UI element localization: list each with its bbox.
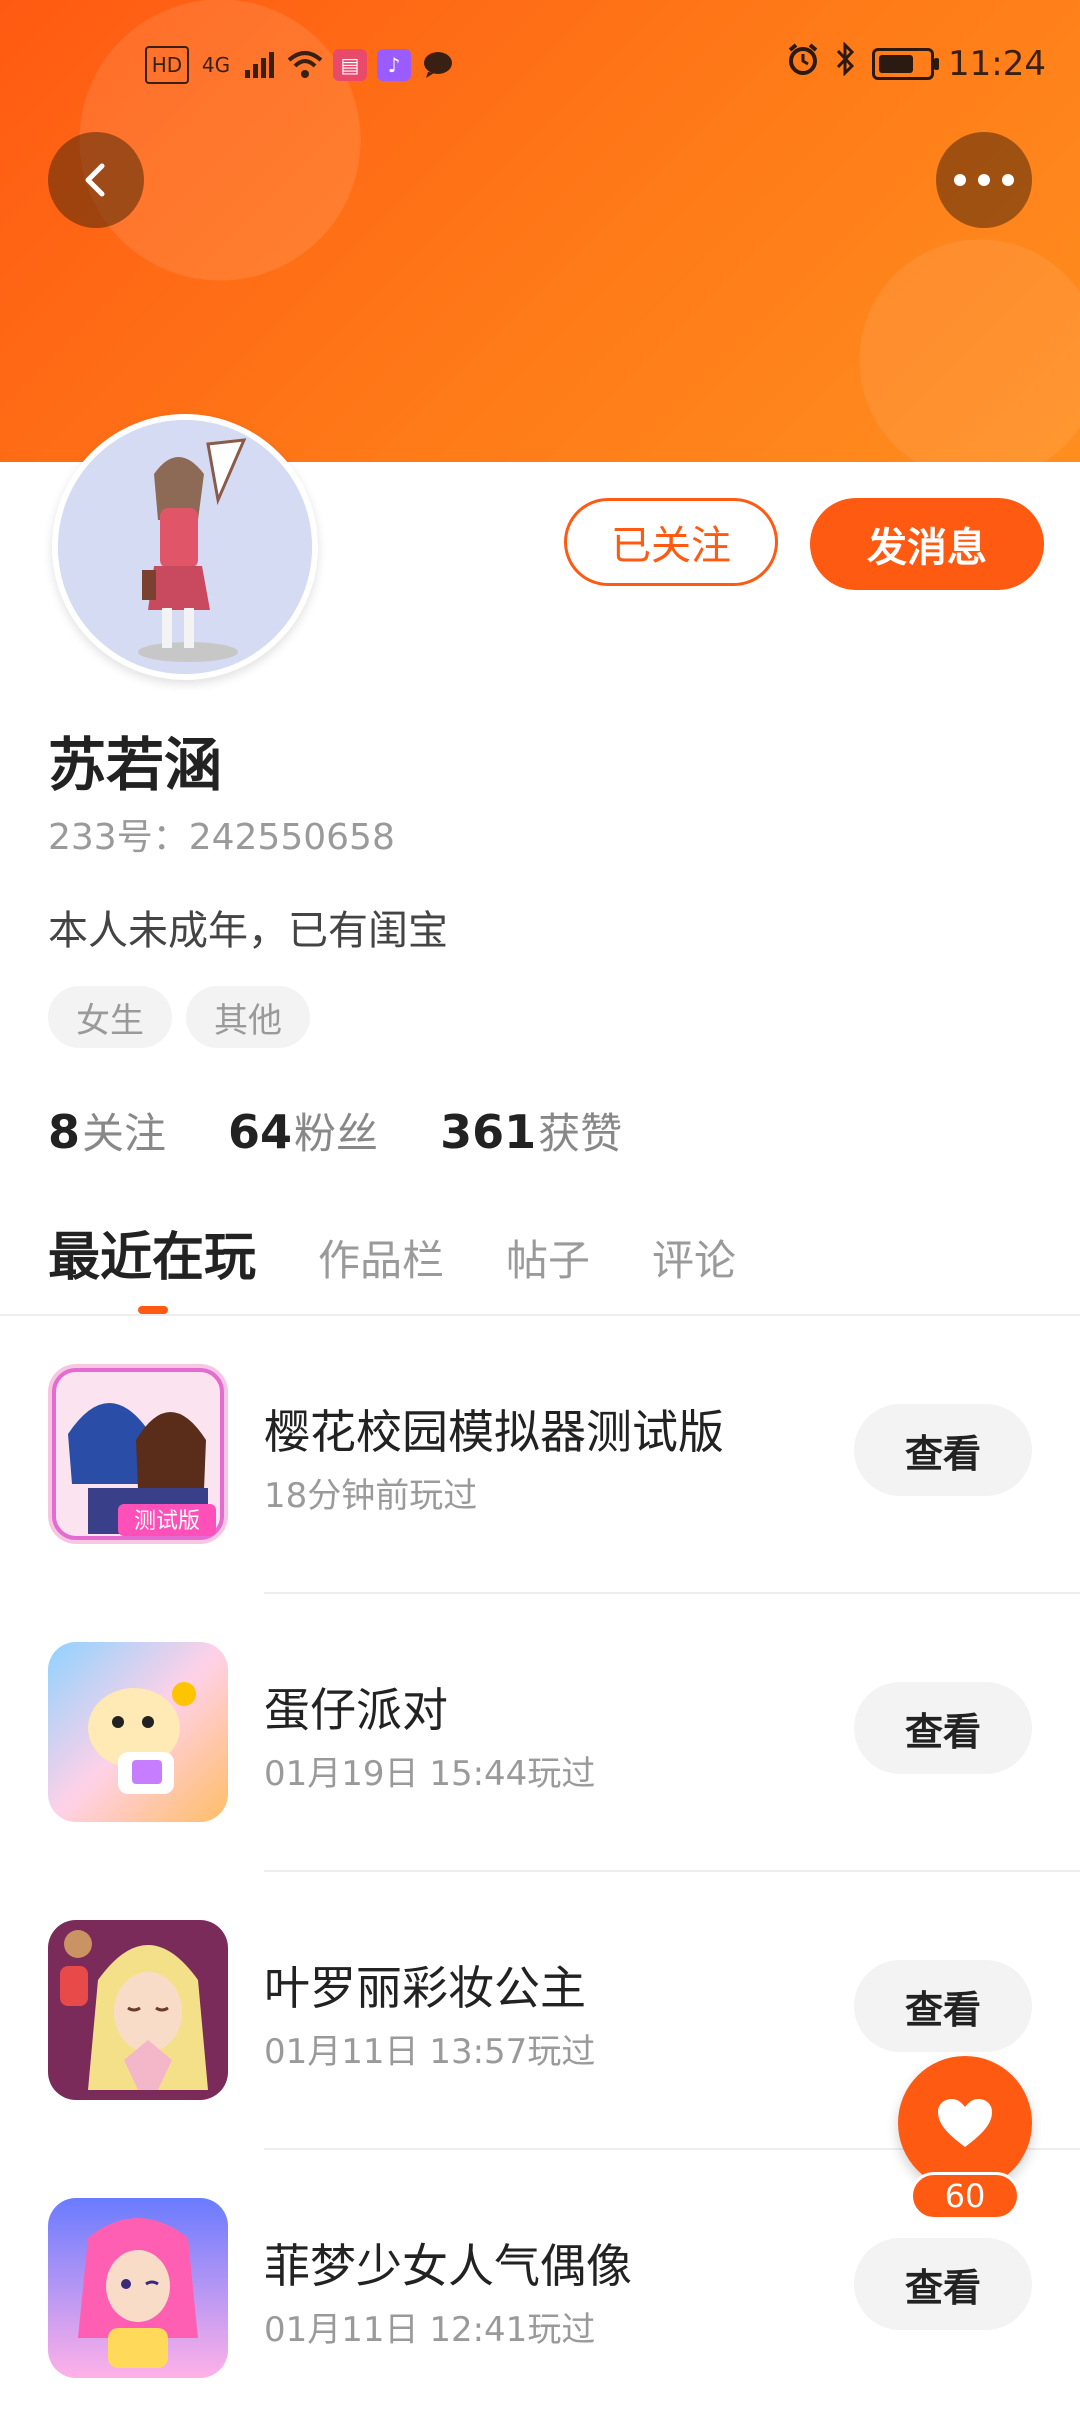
more-options-button[interactable] [936,132,1032,228]
stat-likes[interactable]: 361获赞 [440,1100,622,1161]
profile-tabs: 最近在玩 作品栏 帖子 评论 [48,1215,736,1290]
send-message-button[interactable]: 发消息 [810,498,1044,590]
profile-uid: 233号：242550658 [48,817,395,858]
game-title: 叶罗丽彩妆公主 [264,1961,586,2015]
stat-likes-value: 361 [440,1105,537,1159]
recent-games-list: 测试版 樱花校园模拟器测试版 18分钟前玩过 查看 蛋仔派对 01月19日 15… [0,1316,1080,2428]
sakura-school-icon: 测试版 [48,1364,228,1544]
stat-following[interactable]: 8关注 [48,1100,166,1161]
feimeng-idol-icon [48,2198,228,2378]
like-count-badge: 60 [910,2172,1020,2220]
profile-tags: 女生 其他 [48,986,310,1048]
bluetooth-icon [834,41,858,85]
yeloli-makeup-icon [48,1920,228,2100]
more-dots-icon [948,171,1020,190]
active-tab-indicator [138,1306,168,1314]
tag-gender: 女生 [48,986,172,1048]
svg-text:测试版: 测试版 [134,1509,200,1534]
status-right-icons: 11:24 [786,41,1046,85]
list-item[interactable]: 测试版 樱花校园模拟器测试版 18分钟前玩过 查看 [0,1316,1080,1594]
view-button[interactable]: 查看 [854,2238,1032,2330]
list-item[interactable]: 蛋仔派对 01月19日 15:44玩过 查看 [0,1594,1080,1872]
stat-following-value: 8 [48,1105,81,1159]
chevron-left-icon [85,163,105,197]
stat-followers-value: 64 [228,1105,293,1159]
back-button[interactable] [48,132,144,228]
stat-followers[interactable]: 64粉丝 [228,1100,378,1161]
signal-icon [243,48,277,82]
eggy-party-icon [48,1642,228,1822]
stat-following-label: 关注 [82,1109,167,1158]
status-left-icons: HD 4G ▤ ♪ [145,46,455,84]
tab-comments[interactable]: 评论 [652,1227,736,1288]
avatar[interactable] [52,414,318,680]
profile-stats: 8关注 64粉丝 361获赞 [48,1100,622,1161]
view-button[interactable]: 查看 [854,1682,1032,1774]
profile-name: 苏若涵 [48,731,223,799]
tag-other: 其他 [186,986,310,1048]
hd-badge: HD [145,46,189,84]
view-button[interactable]: 查看 [854,1404,1032,1496]
like-fab-button[interactable] [898,2056,1032,2190]
game-played-time: 18分钟前玩过 [264,1476,478,1516]
tab-recently-played[interactable]: 最近在玩 [48,1215,256,1290]
status-bar: HD 4G ▤ ♪ 11:24 [0,0,1080,120]
game-title: 蛋仔派对 [264,1683,448,1737]
chat-bubble-icon [421,48,455,82]
heart-icon [938,2099,992,2147]
view-button[interactable]: 查看 [854,1960,1032,2052]
game-title: 菲梦少女人气偶像 [264,2239,632,2293]
game-title: 樱花校园模拟器测试版 [264,1405,724,1459]
music-app-icon: ♪ [377,49,411,81]
tab-posts[interactable]: 帖子 [506,1227,590,1288]
game-played-time: 01月19日 15:44玩过 [264,1754,596,1794]
profile-bio: 本人未成年，已有闺宝 [48,908,448,954]
avatar-character-icon [58,420,312,674]
book-app-icon: ▤ [333,49,367,81]
stat-followers-label: 粉丝 [294,1109,379,1158]
followed-button[interactable]: 已关注 [564,498,778,586]
alarm-icon [786,42,820,85]
battery-icon [872,47,940,80]
wifi-icon [287,48,323,82]
game-played-time: 01月11日 13:57玩过 [264,2032,596,2072]
network-4g-label: 4G [201,53,231,77]
game-played-time: 01月11日 12:41玩过 [264,2310,596,2350]
stat-likes-label: 获赞 [538,1109,623,1158]
status-time: 11:24 [948,43,1046,84]
tab-works[interactable]: 作品栏 [318,1227,444,1288]
